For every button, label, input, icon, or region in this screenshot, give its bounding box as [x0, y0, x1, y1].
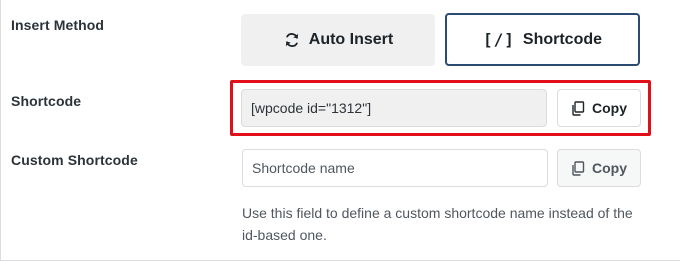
auto-insert-label: Auto Insert [308, 31, 394, 48]
shortcode-value: [wpcode id="1312"] [251, 100, 372, 116]
custom-shortcode-field[interactable] [242, 149, 548, 187]
copy-icon [571, 160, 585, 176]
shortcode-label: Shortcode [11, 93, 82, 109]
shortcode-method-label: Shortcode [522, 30, 603, 48]
auto-insert-button[interactable]: Auto Insert [241, 14, 435, 66]
copy-shortcode-button[interactable]: Copy [557, 89, 641, 127]
shortcode-value-field[interactable]: [wpcode id="1312"] [241, 89, 547, 127]
custom-shortcode-input[interactable] [252, 160, 547, 176]
copy-shortcode-label: Copy [592, 100, 627, 116]
shortcode-method-button[interactable]: [/] Shortcode [445, 13, 640, 66]
custom-shortcode-label: Custom Shortcode [11, 152, 138, 168]
custom-shortcode-help-text: Use this field to define a custom shortc… [242, 205, 633, 243]
copy-custom-shortcode-label: Copy [592, 160, 627, 176]
copy-icon [571, 100, 585, 116]
shortcode-bracket-icon: [/] [482, 30, 515, 49]
copy-custom-shortcode-button[interactable]: Copy [557, 149, 641, 187]
refresh-icon [283, 31, 301, 49]
settings-panel: Insert Method Auto Insert [/] Shortcode … [0, 0, 680, 261]
insert-method-label: Insert Method [11, 17, 105, 33]
